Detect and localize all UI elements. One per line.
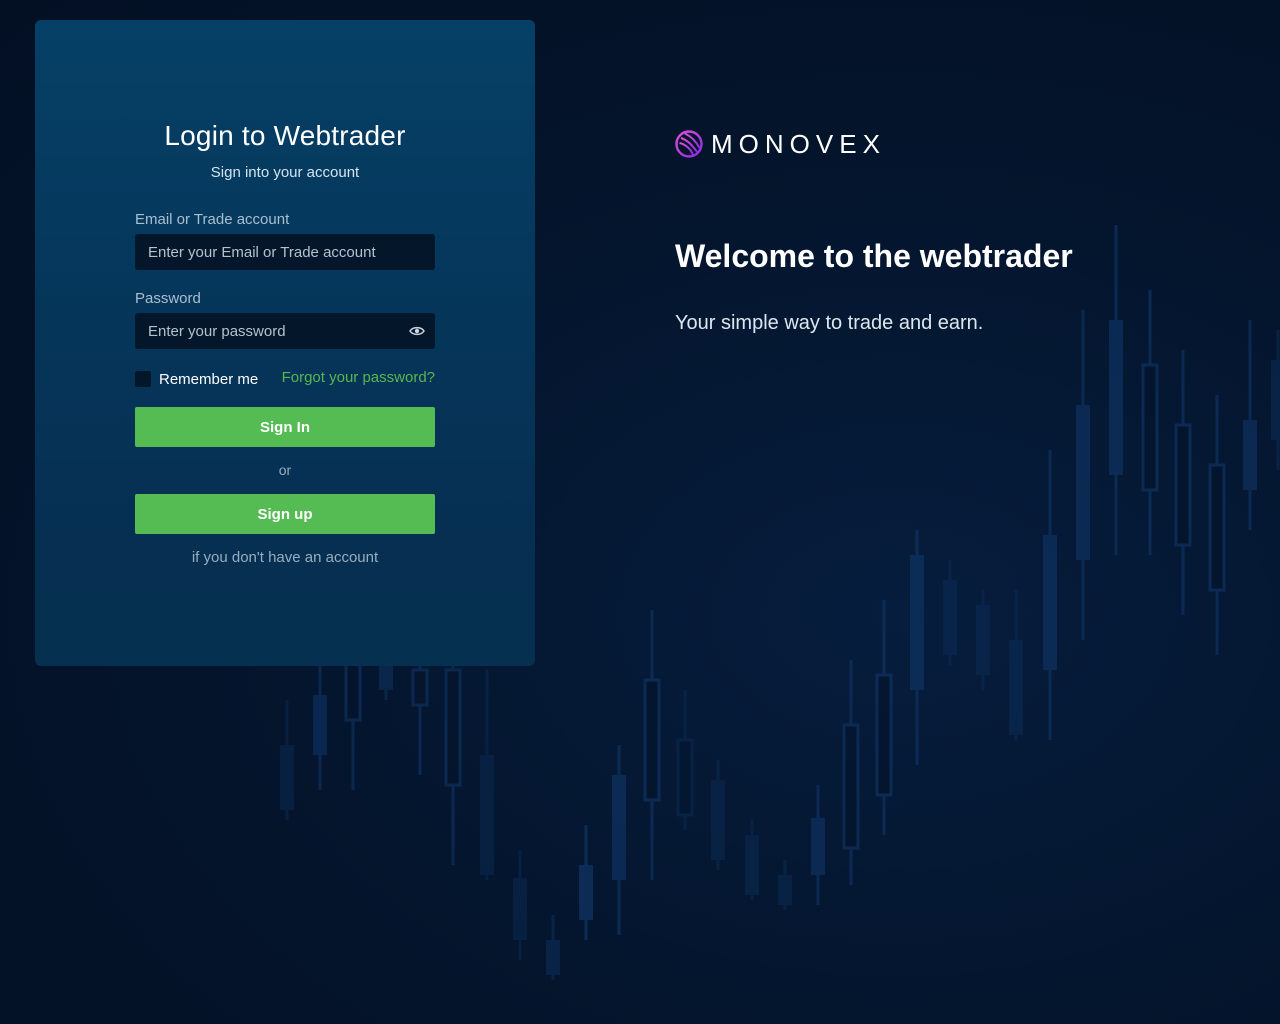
candle-body [280,745,294,810]
candle-body [344,658,362,722]
candle [676,690,694,830]
candle [910,530,924,765]
remember-me-label: Remember me [159,370,259,388]
candle-body [811,818,825,875]
email-label: Email or Trade account [135,211,290,228]
candle [444,660,462,865]
candle [643,610,661,880]
forgot-password-link[interactable]: Forgot your password? [282,369,435,386]
candle-body [1271,360,1280,440]
candle-body [612,775,626,880]
candle [480,670,494,880]
candle [842,660,860,885]
remember-me-checkbox[interactable] [135,371,151,387]
candle-body [1109,320,1123,475]
candle-body [875,673,893,797]
candle [513,850,527,960]
sign-in-button[interactable]: Sign In [135,407,435,447]
candle-body [1141,363,1159,492]
candle-body [1076,405,1090,560]
candle-body [313,695,327,755]
or-divider: or [278,462,292,478]
candle [1076,310,1090,640]
login-subtitle: Sign into your account [210,164,360,181]
candle-body [676,738,694,817]
candle [778,860,792,910]
welcome-heading: Welcome to the webtrader [675,238,1073,274]
candle-body [513,878,527,940]
candle-body [579,865,593,920]
candle [711,760,725,870]
candle-body [842,723,860,850]
eye-icon[interactable] [409,324,425,338]
candle [1141,290,1159,555]
login-card: Login to Webtrader Sign into your accoun… [35,20,535,666]
candle [1243,320,1257,530]
candle [1109,225,1123,555]
email-input[interactable] [135,234,435,270]
candle-body [1174,423,1192,547]
password-field [135,313,435,349]
brand-logo: MONOVEX [675,128,886,160]
password-label: Password [135,290,201,307]
welcome-tagline: Your simple way to trade and earn. [675,312,984,334]
candle [943,560,957,665]
candle [546,915,560,980]
sign-up-button[interactable]: Sign up [135,494,435,534]
candle [1271,330,1280,470]
candle-body [778,875,792,905]
candle [976,590,990,690]
login-page: Login to Webtrader Sign into your accoun… [0,0,1280,1024]
candle-body [643,678,661,802]
candle-body [1208,463,1226,592]
candle [875,600,893,835]
candle [811,785,825,905]
candle [313,660,327,790]
candle [1009,590,1023,740]
candle-body [1043,535,1057,670]
globe-icon [675,130,703,158]
candle [1208,395,1226,655]
candle-body [411,668,429,707]
candle-body [379,665,393,690]
candle-body [910,555,924,690]
candle [411,650,429,775]
candle [379,660,393,700]
candle-body [711,780,725,860]
candle-body [943,580,957,655]
candle [745,820,759,900]
sign-up-hint: if you don't have an account [191,549,379,566]
candle [280,700,294,820]
logo-text: MONOVEX [711,128,886,159]
remember-me[interactable]: Remember me [135,369,258,389]
candle-body [444,668,462,787]
candle-body [976,605,990,675]
candle-body [745,835,759,895]
candle [1174,350,1192,615]
candle-body [1243,420,1257,490]
candle [612,745,626,935]
login-title: Login to Webtrader [164,120,406,151]
candle-body [546,940,560,975]
candle-body [1009,640,1023,735]
candle [1043,450,1057,740]
password-input[interactable] [135,313,435,349]
candle [579,825,593,940]
candle-body [480,755,494,875]
